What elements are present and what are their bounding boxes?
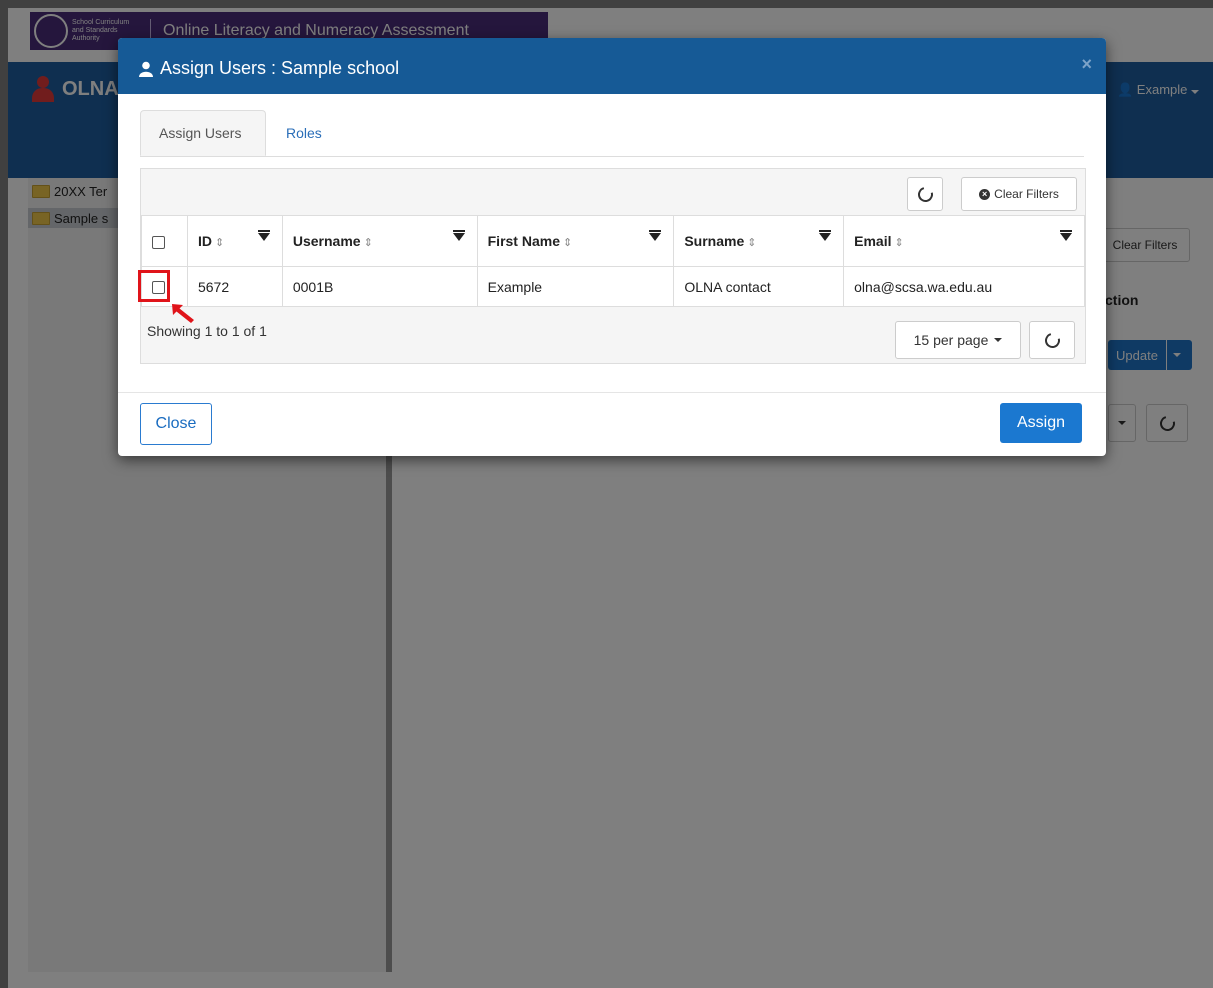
modal-header: Assign Users : Sample school × — [118, 38, 1106, 94]
filter-icon[interactable] — [257, 230, 270, 241]
modal-title-text: Assign Users : Sample school — [160, 58, 400, 78]
clear-filters-label: Clear Filters — [994, 187, 1059, 201]
per-page-select[interactable]: 15 per page — [895, 321, 1021, 359]
select-all-checkbox[interactable] — [152, 235, 165, 249]
column-label: ID — [197, 233, 212, 249]
modal-footer: Close Assign — [118, 392, 1106, 456]
filter-icon[interactable] — [1060, 230, 1072, 241]
column-label: Username — [292, 233, 361, 249]
column-header-id[interactable]: ID ⇕ — [186, 215, 283, 267]
refresh-icon — [914, 183, 936, 205]
close-button[interactable]: Close — [140, 403, 212, 445]
column-header-email[interactable]: Email ⇕ — [843, 215, 1085, 267]
pointer-arrow-icon — [172, 304, 194, 323]
cell-first-name: Example — [476, 266, 675, 307]
column-header-surname[interactable]: Surname ⇕ — [673, 215, 845, 267]
cell-email: olna@scsa.wa.edu.au — [843, 266, 1085, 307]
clear-filters-button[interactable]: × Clear Filters — [961, 177, 1077, 211]
assign-button[interactable]: Assign — [1000, 403, 1082, 443]
sort-icon: ⇕ — [894, 237, 904, 249]
close-icon[interactable]: × — [1081, 54, 1092, 75]
chevron-down-icon — [994, 338, 1003, 342]
column-header-first-name[interactable]: First Name ⇕ — [476, 215, 675, 267]
sort-icon: ⇕ — [747, 237, 757, 249]
sort-icon: ⇕ — [562, 237, 573, 249]
assign-users-modal: Assign Users : Sample school × Assign Us… — [118, 38, 1106, 456]
modal-title: Assign Users : Sample school — [138, 58, 399, 79]
highlight-box — [138, 270, 170, 302]
clear-circle-icon: × — [979, 188, 991, 200]
column-header-username[interactable]: Username ⇕ — [281, 215, 478, 267]
cell-surname: OLNA contact — [673, 266, 845, 307]
column-label: First Name — [487, 233, 560, 249]
per-page-label: 15 per page — [913, 332, 989, 348]
modal-tabs: Assign Users Roles — [140, 110, 1084, 157]
cell-username: 0001B — [281, 266, 478, 307]
user-icon — [139, 61, 153, 77]
column-label: Surname — [684, 233, 745, 249]
filter-icon[interactable] — [819, 230, 832, 241]
cell-id: 5672 — [186, 266, 283, 307]
users-grid-panel: × Clear Filters ID ⇕ Username ⇕ First Name… — [140, 168, 1086, 364]
users-table: ID ⇕ Username ⇕ First Name ⇕ Surname ⇕ Email… — [141, 215, 1085, 307]
table-header-row: ID ⇕ Username ⇕ First Name ⇕ Surname ⇕ Email… — [141, 215, 1085, 267]
table-row[interactable]: 5672 0001B Example OLNA contact olna@scs… — [141, 266, 1085, 307]
column-label: Email — [854, 233, 892, 249]
footer-refresh-button[interactable] — [1029, 321, 1075, 359]
showing-count: Showing 1 to 1 of 1 — [147, 323, 267, 339]
grid-refresh-button[interactable] — [907, 177, 943, 211]
sort-icon: ⇕ — [363, 237, 373, 249]
filter-icon[interactable] — [649, 230, 662, 241]
grid-toolbar: × Clear Filters — [141, 169, 1085, 215]
tab-roles[interactable]: Roles — [268, 110, 340, 156]
select-all-header — [141, 215, 188, 267]
tab-assign-users[interactable]: Assign Users — [140, 110, 266, 156]
filter-icon[interactable] — [452, 230, 465, 241]
refresh-icon — [1041, 329, 1063, 351]
sort-icon: ⇕ — [214, 237, 225, 249]
grid-footer: Showing 1 to 1 of 1 15 per page — [141, 309, 1085, 363]
